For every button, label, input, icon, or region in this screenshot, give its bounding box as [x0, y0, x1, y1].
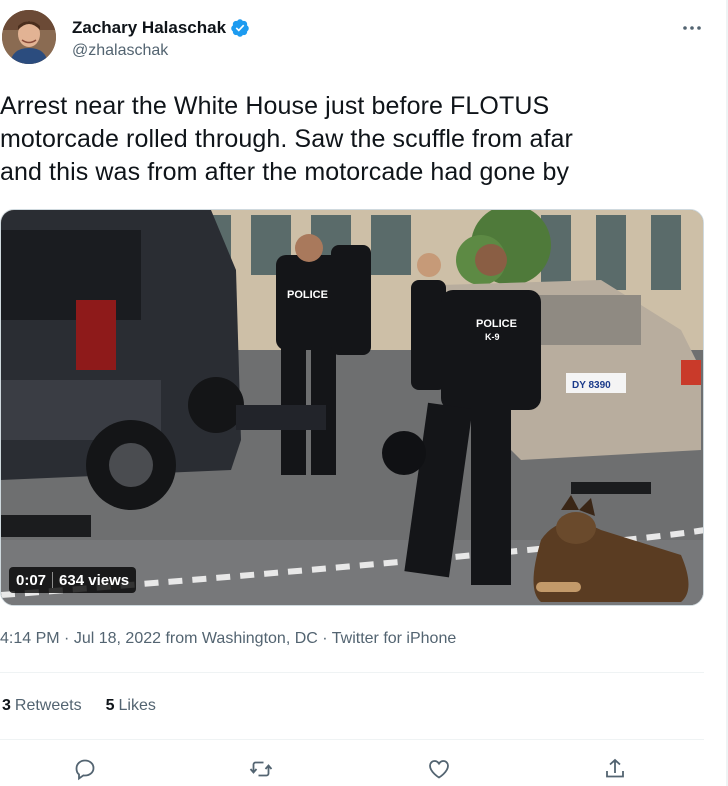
retweets-label: Retweets [14, 697, 82, 714]
retweet-icon[interactable] [246, 754, 276, 784]
vest-text-left: POLICE [287, 289, 328, 301]
tweet-text: Arrest near the White House just before … [0, 90, 700, 189]
likes-stat[interactable]: 5 Likes [106, 697, 156, 715]
author-name[interactable]: Zachary Halaschak [72, 18, 226, 38]
tweet-text-line: Arrest near the White House just before … [0, 92, 550, 120]
meta-dot: · [322, 630, 332, 647]
video-stats-badge: 0:07 634 views [9, 567, 137, 593]
share-icon[interactable] [600, 754, 630, 784]
plate-text: DY 8390 [572, 380, 611, 391]
retweets-stat[interactable]: 3 Retweets [2, 697, 82, 715]
likes-count: 5 [105, 697, 115, 714]
tweet-text-line: motorcade rolled through. Saw the scuffl… [0, 125, 573, 153]
author-handle[interactable]: @zhalaschak [72, 42, 168, 60]
video-thumbnail: POLICE POLICE K-9 DY 8390 [1, 210, 703, 605]
tweet-text-line: and this was from after the motorcade ha… [0, 158, 570, 186]
vest-text-right: POLICE [476, 318, 517, 330]
reply-icon[interactable] [70, 754, 100, 784]
vest-text-right-sub: K-9 [485, 332, 500, 342]
tweet-meta: 4:14 PM · Jul 18, 2022 from Washington, … [0, 630, 456, 648]
tweet-time[interactable]: 4:14 PM [0, 630, 60, 647]
tweet-header: Zachary Halaschak @zhalaschak [0, 8, 728, 70]
tweet-location[interactable]: from Washington, DC [165, 630, 317, 647]
avatar[interactable] [2, 10, 56, 64]
tweet-source[interactable]: Twitter for iPhone [332, 630, 457, 647]
verified-badge-icon [230, 18, 250, 38]
more-options-icon[interactable] [680, 16, 704, 40]
video-duration: 0:07 [16, 571, 47, 589]
badge-separator [52, 572, 54, 588]
likes-label: Likes [118, 697, 156, 714]
like-icon[interactable] [424, 754, 454, 784]
tweet-date[interactable]: Jul 18, 2022 [74, 630, 161, 647]
divider [0, 739, 704, 740]
retweets-count: 3 [2, 697, 11, 714]
author-row: Zachary Halaschak [72, 18, 250, 38]
meta-dot: · [64, 630, 74, 647]
video-views: 634 views [59, 571, 130, 589]
divider [0, 672, 704, 673]
tweet-stats: 3 Retweets 5 Likes [2, 697, 180, 715]
tweet-actions [0, 752, 704, 786]
video-player[interactable]: POLICE POLICE K-9 DY 8390 0:07 634 views [0, 209, 704, 606]
